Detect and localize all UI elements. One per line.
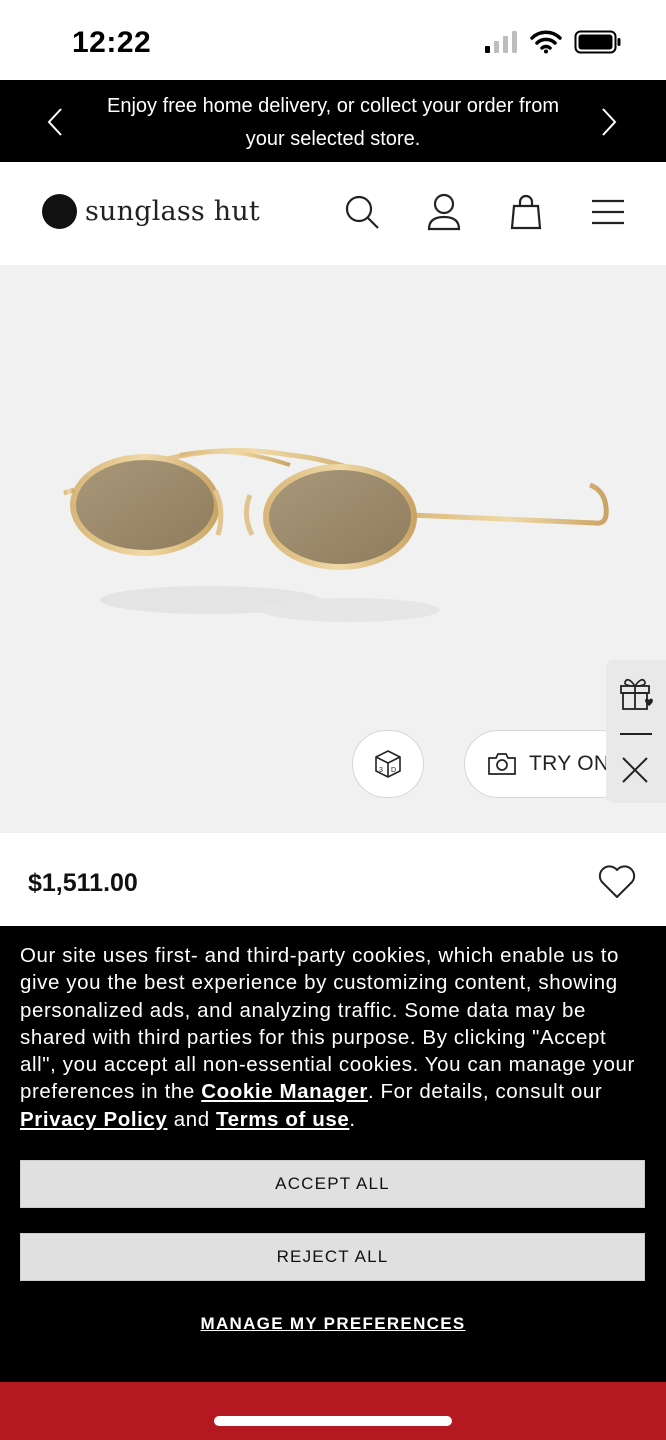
product-image [63, 448, 609, 622]
side-widget [606, 660, 666, 803]
try-on-label: TRY ON [529, 752, 610, 775]
promo-text[interactable]: Enjoy free home delivery, or collect you… [90, 90, 576, 156]
signal-icon [485, 31, 517, 53]
cookie-text-middle: . For details, consult our [367, 1080, 603, 1104]
side-widget-divider [620, 733, 652, 735]
cookie-text-and: and [167, 1107, 217, 1131]
price-row: $1,511.00 [0, 833, 666, 926]
side-widget-close-button[interactable] [620, 755, 650, 790]
status-time: 12:22 [72, 26, 152, 59]
wifi-icon [530, 30, 562, 54]
heart-icon [598, 865, 636, 898]
status-bar: 12:22 [0, 0, 666, 80]
privacy-policy-link[interactable]: Privacy Policy [20, 1108, 167, 1131]
menu-icon [592, 199, 624, 225]
reject-all-button[interactable]: REJECT ALL [20, 1233, 645, 1281]
account-icon [427, 193, 461, 231]
logo-dot-icon [42, 194, 77, 229]
bottom-bar [0, 1382, 666, 1440]
promo-next-button[interactable] [594, 102, 624, 142]
product-price: $1,511.00 [28, 869, 138, 897]
status-icons [484, 30, 622, 54]
gift-button[interactable] [618, 674, 654, 717]
close-icon [622, 757, 648, 783]
home-indicator[interactable] [214, 1416, 452, 1426]
cube-3d-icon: 3 D [375, 750, 401, 778]
terms-of-use-link[interactable]: Terms of use [216, 1108, 349, 1131]
battery-icon [574, 30, 621, 54]
svg-text:D: D [391, 767, 396, 774]
menu-button[interactable] [588, 192, 628, 232]
logo-text: sunglass hut [85, 196, 260, 227]
wishlist-button[interactable] [598, 865, 636, 904]
manage-preferences-link[interactable]: MANAGE MY PREFERENCES [0, 1314, 666, 1334]
camera-icon [488, 753, 516, 775]
bag-icon [510, 194, 542, 230]
cookie-manager-link[interactable]: Cookie Manager [201, 1080, 368, 1103]
sunglass-hut-logo[interactable]: sunglass hut [42, 194, 260, 229]
site-header: sunglass hut [0, 162, 666, 265]
chevron-right-icon [602, 108, 617, 136]
cookie-banner: Our site uses first- and third-party coo… [0, 926, 666, 1382]
search-icon [345, 195, 379, 229]
chevron-left-icon [47, 108, 62, 136]
gift-icon [620, 678, 653, 710]
promo-prev-button[interactable] [40, 102, 70, 142]
cookie-text-end: . [349, 1107, 356, 1131]
product-image-area[interactable]: 3 D TRY ON [0, 265, 666, 833]
promo-banner: Enjoy free home delivery, or collect you… [0, 80, 666, 162]
svg-text:3: 3 [379, 767, 383, 774]
view-3d-button[interactable]: 3 D [352, 730, 424, 798]
accept-all-button[interactable]: ACCEPT ALL [20, 1160, 645, 1208]
cookie-text: Our site uses first- and third-party coo… [20, 942, 648, 1133]
bag-button[interactable] [506, 192, 546, 232]
account-button[interactable] [424, 192, 464, 232]
search-button[interactable] [342, 192, 382, 232]
